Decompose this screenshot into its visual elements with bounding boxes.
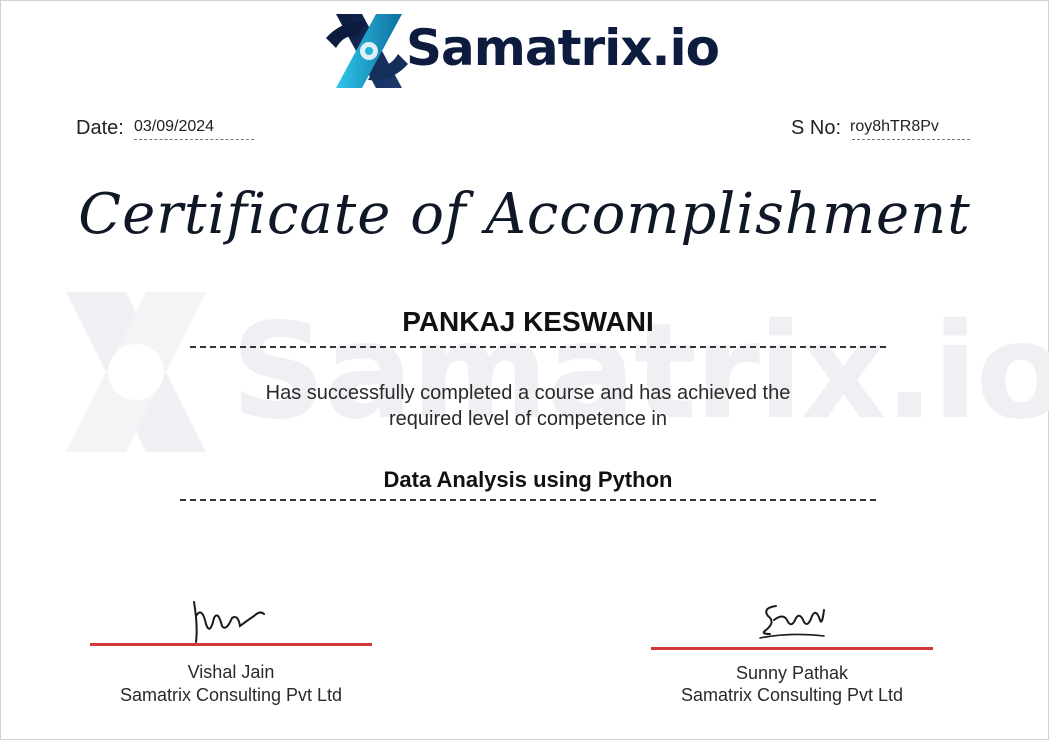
certificate-frame: [0, 0, 1049, 740]
statement-line-1: Has successfully completed a course and …: [265, 382, 791, 404]
brand-logo-text: Samatrix.io: [406, 19, 720, 77]
serial-underline: [852, 139, 970, 140]
signature-sunny-pathak: [759, 605, 825, 639]
course-name: Data Analysis using Python: [383, 467, 673, 492]
signatory-company-right: Samatrix Consulting Pvt Ltd: [680, 685, 904, 705]
certificate-title: Certificate of Accomplishment: [78, 182, 971, 247]
serial-value: roy8hTR8Pv: [850, 118, 939, 135]
signatory-name-right: Sunny Pathak: [735, 663, 849, 683]
date-value: 03/09/2024: [134, 118, 215, 135]
signature-line-left: [90, 643, 372, 646]
signatory-company-left: Samatrix Consulting Pvt Ltd: [119, 685, 343, 705]
signatory-name-left: Vishal Jain: [187, 662, 275, 682]
signature-vishal-jain: [193, 601, 265, 643]
date-label: Date:: [76, 117, 124, 139]
serial-label: S No:: [791, 117, 842, 139]
recipient-underline: [190, 346, 886, 348]
samatrix-logo-icon: [326, 14, 408, 88]
recipient-name: PANKAJ KESWANI: [402, 306, 654, 337]
date-underline: [134, 139, 254, 140]
brand-logo: Samatrix.io: [322, 8, 742, 94]
course-underline: [180, 499, 876, 501]
signature-line-right: [651, 647, 933, 650]
statement-line-2: required level of competence in: [389, 408, 667, 430]
